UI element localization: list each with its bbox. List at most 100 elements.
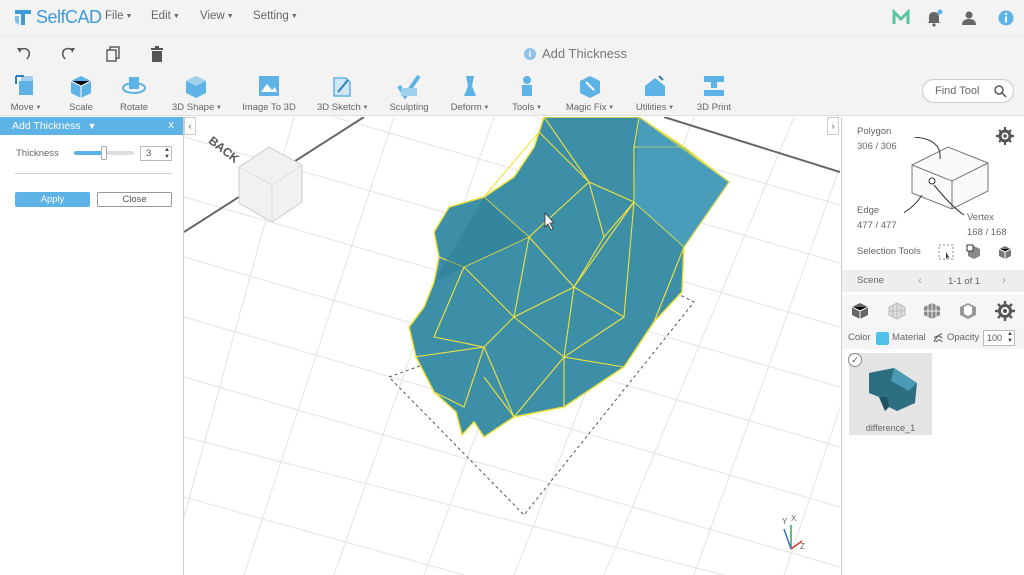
tool-deform[interactable]: Deform ▼	[449, 72, 491, 113]
edge-count: 477 / 477	[857, 220, 897, 231]
close-icon[interactable]: x	[169, 119, 175, 131]
edge-label: Edge	[857, 205, 880, 216]
opacity-label: Opacity	[947, 332, 980, 343]
view-cube-label: BACK	[206, 133, 242, 166]
transparent-view-icon[interactable]	[958, 301, 978, 321]
polygon-count: 306 / 306	[857, 141, 897, 152]
apply-button[interactable]: Apply	[15, 192, 90, 207]
menu-view[interactable]: View ▼	[200, 10, 234, 22]
thickness-input[interactable]: 3 ▲ ▼	[140, 146, 172, 161]
info-icon[interactable]	[997, 9, 1015, 27]
tool-tools[interactable]: Tools ▼	[510, 72, 544, 113]
collapse-right-arrow-icon[interactable]: ›	[827, 117, 839, 135]
opacity-stepper[interactable]: ▲ ▼	[1007, 331, 1013, 345]
menu-edit[interactable]: Edit ▼	[151, 10, 180, 22]
tool-sculpting[interactable]: Sculpting	[388, 72, 430, 113]
app-logo[interactable]: SelfCAD	[12, 6, 102, 28]
scene-pager: 1-1 of 1	[948, 276, 981, 287]
action-bar: i Add Thickness	[0, 36, 1024, 70]
scene-canvas[interactable]: BACK Y X Z	[184, 117, 840, 575]
printer-icon	[704, 76, 724, 96]
opacity-input[interactable]: 100 ▲ ▼	[983, 330, 1015, 346]
collapse-left-arrow-icon[interactable]: ‹	[184, 117, 196, 135]
scene-next-icon[interactable]: ›	[1002, 273, 1006, 287]
utilities-icon	[645, 75, 665, 96]
properties-panel: Polygon 306 / 306 Edge 477 / 477 Vertex …	[841, 117, 1024, 575]
scene-settings-gear-icon[interactable]	[995, 301, 1015, 321]
tool-magic-fix[interactable]: Magic Fix ▼	[565, 72, 615, 113]
object-preview-image	[869, 368, 917, 411]
scene-prev-icon[interactable]: ‹	[918, 273, 922, 287]
rotate-icon	[122, 77, 146, 94]
tool-scale[interactable]: Scale	[66, 72, 96, 113]
gear-icon[interactable]	[996, 127, 1014, 145]
cube-icon	[186, 76, 206, 98]
image-icon	[259, 76, 279, 96]
vertex-label: Vertex	[967, 212, 994, 223]
thickness-slider[interactable]	[74, 146, 134, 160]
selection-tools-label: Selection Tools	[857, 246, 921, 257]
wireframe-view-icon[interactable]	[887, 301, 907, 321]
m-logo-icon[interactable]	[892, 9, 910, 27]
find-tool-input[interactable]: Find Tool	[922, 79, 1014, 103]
axis-label-y: Y	[782, 517, 788, 526]
move-icon	[15, 75, 33, 95]
selection-mode-diagram	[904, 137, 989, 216]
search-icon[interactable]	[993, 84, 1007, 98]
scene-label: Scene	[857, 275, 884, 286]
main-toolbar: Move ▼ Scale Rotate 3D Shape ▼ Image To …	[0, 70, 1024, 116]
tool-3d-print[interactable]: 3D Print	[695, 72, 733, 113]
scene-bar: Scene ‹ 1-1 of 1 ›	[842, 270, 1024, 292]
solid-view-icon[interactable]	[850, 301, 870, 321]
object-name: difference_1	[865, 423, 916, 433]
menu-file[interactable]: File ▼	[105, 10, 132, 22]
select-box-icon[interactable]	[966, 244, 982, 260]
app-name: SelfCAD	[36, 6, 102, 27]
tool-rotate[interactable]: Rotate	[118, 72, 150, 113]
stepper-arrows[interactable]: ▲ ▼	[164, 147, 170, 160]
undo-icon[interactable]	[15, 45, 33, 63]
scale-icon	[70, 76, 92, 98]
divider	[15, 173, 172, 174]
opacity-icon	[933, 333, 943, 343]
close-button[interactable]: Close	[97, 192, 172, 207]
tools-icon	[522, 76, 532, 96]
sketch-icon	[333, 77, 351, 97]
select-solid-icon[interactable]	[997, 244, 1013, 260]
delete-icon[interactable]	[148, 45, 166, 63]
menu-setting[interactable]: Setting ▼	[253, 10, 298, 22]
color-swatch[interactable]	[876, 332, 889, 345]
tool-move[interactable]: Move ▼	[10, 72, 42, 113]
collapse-icon[interactable]: ▼	[88, 121, 97, 131]
scene-tools	[842, 295, 1024, 327]
thickness-label: Thickness	[16, 148, 59, 159]
panel-header: Add Thickness ▼ x	[0, 117, 183, 135]
polygon-label: Polygon	[857, 126, 892, 137]
vertex-count: 168 / 168	[967, 227, 1007, 238]
tool-3d-sketch[interactable]: 3D Sketch ▼	[317, 72, 368, 113]
tool-3d-shape[interactable]: 3D Shape ▼	[172, 72, 222, 113]
object-properties-bar: Color Material Opacity 100 ▲ ▼	[842, 327, 1024, 349]
sculpting-icon	[397, 74, 421, 100]
tool-options-panel: Add Thickness ▼ x Thickness 3 ▲ ▼ Apply C…	[0, 117, 184, 575]
tool-utilities[interactable]: Utilities ▼	[634, 72, 676, 113]
panel-title: Add Thickness	[12, 120, 81, 132]
copy-icon[interactable]	[104, 45, 122, 63]
magic-fix-icon	[580, 76, 600, 98]
info-icon: i	[524, 47, 536, 60]
operation-title: i Add Thickness	[524, 46, 627, 61]
material-label[interactable]: Material	[892, 332, 926, 343]
select-cursor-icon[interactable]	[938, 244, 954, 260]
3d-viewport[interactable]: BACK Y X Z ‹ ›	[184, 117, 840, 575]
redo-icon[interactable]	[59, 45, 77, 63]
color-label: Color	[848, 332, 871, 343]
slider-handle[interactable]	[101, 146, 107, 160]
mesh-view-icon[interactable]	[922, 301, 942, 321]
tool-image-to-3d[interactable]: Image To 3D	[242, 72, 296, 113]
selfcad-logo-icon	[15, 10, 31, 25]
axis-label-z: Z	[800, 542, 805, 551]
menu-bar: SelfCAD File ▼ Edit ▼ View ▼ Setting ▼	[0, 0, 1024, 36]
bell-icon[interactable]	[925, 9, 943, 27]
user-icon[interactable]	[960, 9, 978, 27]
object-visible-checkbox[interactable]: ✓	[848, 353, 862, 367]
